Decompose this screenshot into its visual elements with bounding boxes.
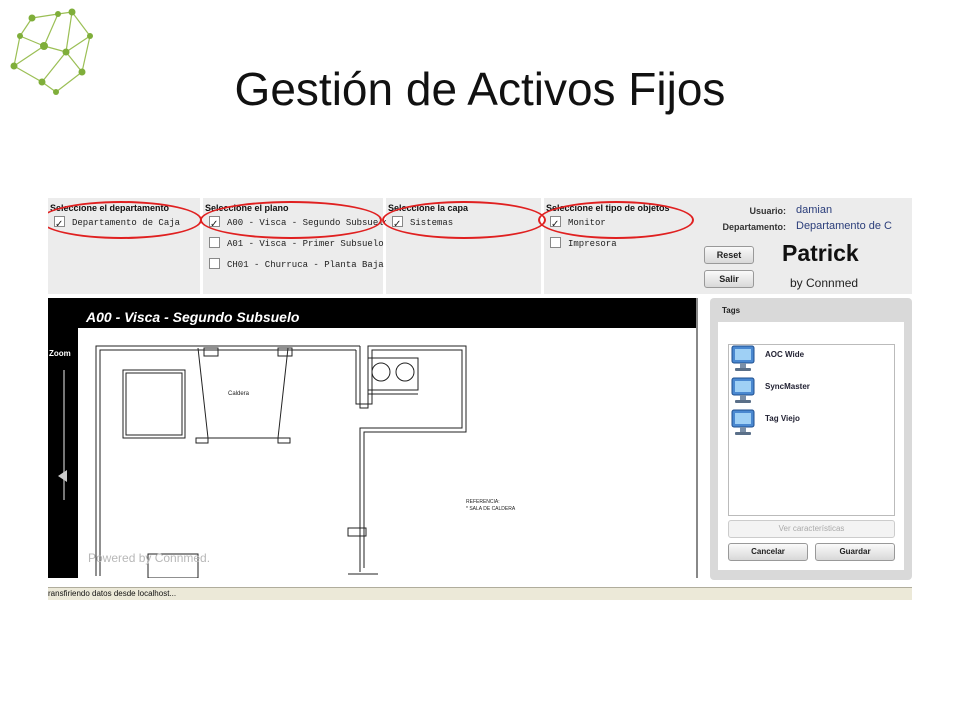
department-option[interactable]: Departamento de Caja xyxy=(48,213,200,235)
checkbox-checked[interactable] xyxy=(54,214,65,235)
tag-item[interactable]: AOC Wide xyxy=(731,345,891,375)
status-text: ransfiriendo datos desde localhost... xyxy=(48,589,177,598)
monitor-icon xyxy=(731,409,755,435)
user-value: damian xyxy=(796,204,833,216)
slide-title: Gestión de Activos Fijos xyxy=(234,63,726,115)
checkbox-unchecked[interactable] xyxy=(209,237,220,249)
map-border xyxy=(696,298,698,578)
tag-item[interactable]: SyncMaster xyxy=(731,377,891,407)
layer-panel: Seleccione la capa Sistemas xyxy=(386,198,544,294)
department-label: Departamento: xyxy=(722,222,786,232)
department-value: Departamento de C xyxy=(796,220,892,232)
tags-panel: Tags AOC Wide SyncMaster Tag Viejo Ver c… xyxy=(710,298,912,580)
checkbox-unchecked[interactable] xyxy=(209,258,220,270)
brand-subtitle: by Connmed xyxy=(790,276,859,290)
cancel-button[interactable]: Cancelar xyxy=(728,543,808,561)
exit-button[interactable]: Salir xyxy=(704,270,754,288)
status-bar: ransfiriendo datos desde localhost... xyxy=(48,587,912,600)
department-panel-title: Seleccione el departamento xyxy=(50,203,170,213)
zoom-label: Zoom xyxy=(49,349,71,358)
object-type-option[interactable]: Impresora xyxy=(544,234,696,255)
object-type-panel-title: Seleccione el tipo de objetos xyxy=(546,203,670,213)
powered-by-watermark: Powered by Connmed. xyxy=(88,551,211,565)
checkbox-checked[interactable] xyxy=(550,214,561,235)
map-header: A00 - Visca - Segundo Subsuelo xyxy=(48,298,696,328)
checkbox-checked[interactable] xyxy=(392,214,403,235)
monitor-icon xyxy=(731,377,755,403)
brand-name: Patrick xyxy=(782,240,859,266)
checkbox-checked[interactable] xyxy=(209,214,220,235)
floorplan-map[interactable]: A00 - Visca - Segundo Subsuelo Zoom Cald… xyxy=(48,298,696,578)
view-details-button[interactable]: Ver características xyxy=(728,520,895,538)
floorplan-drawing xyxy=(95,345,467,578)
map-title: A00 - Visca - Segundo Subsuelo xyxy=(86,309,300,325)
floorplan-option[interactable]: A00 - Visca - Segundo Subsuelo xyxy=(203,213,389,235)
reset-button[interactable]: Reset xyxy=(704,246,754,264)
department-panel: Seleccione el departamento Departamento … xyxy=(48,198,203,294)
object-type-option[interactable]: Monitor xyxy=(544,213,696,235)
floorplan-panel-title: Seleccione el plano xyxy=(205,203,289,213)
floorplan-option[interactable]: CH01 - Churruca - Planta Baja xyxy=(203,255,384,276)
app-window: Seleccione el departamento Departamento … xyxy=(48,198,912,600)
layer-panel-title: Seleccione la capa xyxy=(388,203,469,213)
user-area: Usuario: damian Departamento: Departamen… xyxy=(696,198,912,294)
tag-item[interactable]: Tag Viejo xyxy=(731,409,891,439)
tags-list: AOC Wide SyncMaster Tag Viejo xyxy=(728,344,895,516)
tags-title: Tags xyxy=(722,306,741,315)
floorplan-option[interactable]: A01 - Visca - Primer Subsuelo xyxy=(203,234,384,255)
object-type-panel: Seleccione el tipo de objetos Monitor Im… xyxy=(544,198,696,294)
tag-label: SyncMaster xyxy=(765,382,810,391)
tag-label: Tag Viejo xyxy=(765,414,800,423)
layer-option[interactable]: Sistemas xyxy=(386,213,541,235)
floorplan-panel: Seleccione el plano A00 - Visca - Segund… xyxy=(203,198,389,294)
save-button[interactable]: Guardar xyxy=(815,543,895,561)
room-label: Caldera xyxy=(228,391,250,397)
zoom-control: Zoom xyxy=(48,328,78,578)
user-label: Usuario: xyxy=(749,206,786,216)
plan-reference: REFERENCIA: * SALA DE CALDERA xyxy=(466,499,516,512)
checkbox-unchecked[interactable] xyxy=(550,237,561,249)
tag-label: AOC Wide xyxy=(765,350,805,359)
monitor-icon xyxy=(731,345,755,371)
zoom-slider-thumb[interactable] xyxy=(58,470,67,482)
